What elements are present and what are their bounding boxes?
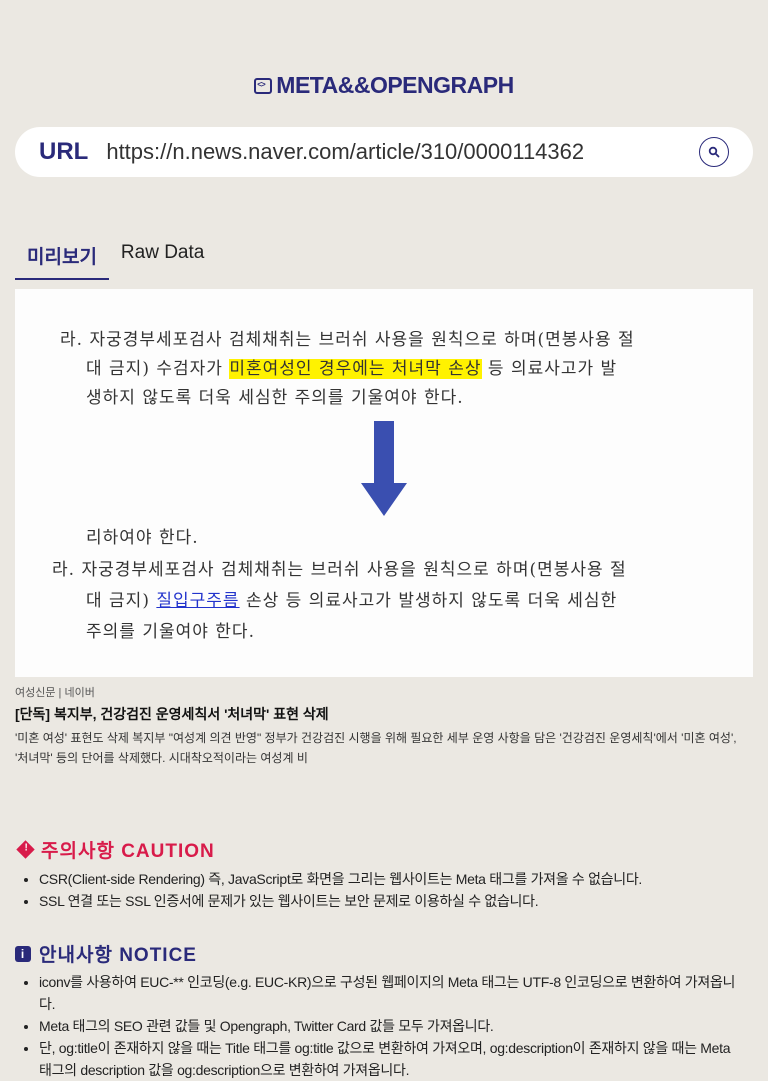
doc-line: 대 금지) 수검자가 미혼여성인 경우에는 처녀막 손상 등 의료사고가 발 bbox=[86, 359, 618, 379]
underlined-text: 질입구주름 bbox=[156, 591, 240, 611]
doc-line: 주의를 기울여야 한다. bbox=[86, 622, 255, 642]
notice-list: iconv를 사용하여 EUC-** 인코딩(e.g. EUC-KR)으로 구성… bbox=[15, 971, 739, 1081]
meta-description: '미혼 여성' 표현도 삭제 복지부 "여성계 의견 반영" 정부가 건강검진 … bbox=[15, 731, 737, 765]
url-search-bar: URL bbox=[15, 127, 753, 177]
caution-title: 주의사항 CAUTION bbox=[41, 841, 215, 862]
highlighted-text: 미혼여성인 경우에는 처녀막 손상 bbox=[229, 359, 482, 379]
notice-title: 안내사항 NOTICE bbox=[39, 945, 197, 966]
url-label: URL bbox=[39, 138, 89, 165]
caution-list: CSR(Client-side Rendering) 즉, JavaScript… bbox=[15, 868, 739, 912]
doc-line: 생하지 않도록 더욱 세심한 주의를 기울여야 한다. bbox=[86, 388, 464, 408]
url-input[interactable] bbox=[104, 138, 699, 166]
notice-heading: i 안내사항 NOTICE bbox=[15, 940, 197, 967]
doc-line: 리하여야 한다. bbox=[86, 528, 199, 548]
doc-line: 대 금지) 질입구주름 손상 등 의료사고가 발생하지 않도록 더욱 세심한 bbox=[86, 591, 618, 611]
doc-line: 라. 자궁경부세포검사 검체채취는 브러쉬 사용을 원칙으로 하며(면봉사용 절 bbox=[52, 560, 627, 580]
og-image: 라. 자궁경부세포검사 검체채취는 브러쉬 사용을 원칙으로 하며(면봉사용 절… bbox=[15, 289, 753, 677]
tab-preview[interactable]: 미리보기 bbox=[15, 236, 109, 280]
list-item: Meta 태그의 SEO 관련 값들 및 Opengraph, Twitter … bbox=[39, 1015, 739, 1037]
tab-raw-data[interactable]: Raw Data bbox=[109, 236, 216, 280]
info-icon: i bbox=[15, 945, 31, 962]
search-button[interactable] bbox=[699, 137, 729, 167]
meta-site-name: 여성신문 | 네이버 bbox=[15, 687, 95, 699]
warning-diamond-icon bbox=[16, 840, 35, 859]
list-item: iconv를 사용하여 EUC-** 인코딩(e.g. EUC-KR)으로 구성… bbox=[39, 971, 739, 1015]
doc-line: 라. 자궁경부세포검사 검체채취는 브러쉬 사용을 원칙으로 하며(면봉사용 절 bbox=[60, 330, 635, 350]
code-icon bbox=[254, 77, 273, 94]
down-arrow-icon bbox=[361, 421, 407, 516]
search-icon bbox=[708, 146, 720, 158]
list-item: SSL 연결 또는 SSL 인증서에 문제가 있는 웹사이트는 보안 문제로 이… bbox=[39, 890, 739, 912]
site-logo[interactable]: META&&OPENGRAPH bbox=[0, 72, 768, 99]
meta-title: [단독] 복지부, 건강검진 운영세칙서 '처녀막' 표현 삭제 bbox=[15, 706, 329, 722]
logo-text: META&&OPENGRAPH bbox=[276, 72, 514, 98]
list-item: 단, og:title이 존재하지 않을 때는 Title 태그를 og:tit… bbox=[39, 1037, 739, 1081]
caution-heading: 주의사항 CAUTION bbox=[15, 836, 215, 863]
list-item: CSR(Client-side Rendering) 즉, JavaScript… bbox=[39, 868, 739, 890]
view-tabs: 미리보기 Raw Data bbox=[15, 236, 216, 280]
